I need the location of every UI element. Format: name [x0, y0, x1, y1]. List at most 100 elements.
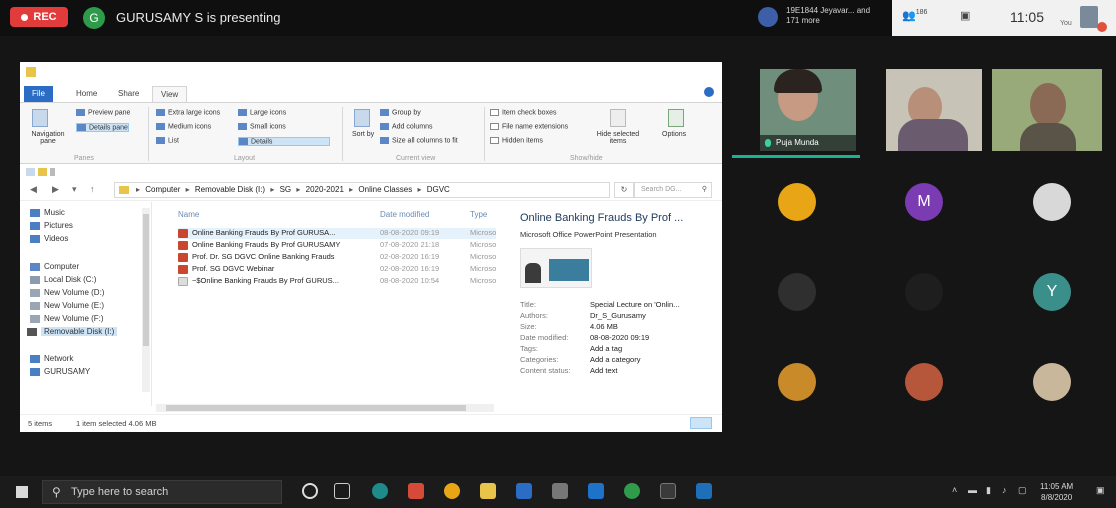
back-arrow-icon[interactable]: ◀ [30, 184, 37, 195]
participant-avatar[interactable] [778, 273, 816, 311]
nav-item-removable-disk[interactable]: Removable Disk (I:) [27, 327, 118, 336]
participants-summary[interactable]: 19E1844 Jeyavar... and 171 more [786, 6, 881, 26]
participant-video-tile[interactable]: Puja Munda [760, 69, 856, 151]
small-icons-button[interactable]: Small icons [238, 123, 286, 130]
size-all-columns-button[interactable]: Size all columns to fit [380, 137, 458, 144]
navigation-pane-icon[interactable] [32, 109, 48, 127]
horizontal-scrollbar[interactable] [156, 404, 494, 412]
chat-icon[interactable]: ▣ [960, 9, 970, 22]
photos-icon[interactable] [588, 483, 604, 499]
column-header-name[interactable]: Name [178, 210, 199, 219]
file-row[interactable]: Online Banking Frauds By Prof GURUSA... … [178, 228, 496, 239]
cortana-icon[interactable] [302, 483, 318, 499]
windows-start-icon[interactable] [16, 486, 28, 498]
tab-view[interactable]: View [152, 86, 188, 102]
detail-value[interactable]: Special Lecture on 'Onlin... [590, 300, 710, 309]
task-view-icon[interactable] [334, 483, 350, 499]
language-icon[interactable]: ▢ [1018, 485, 1027, 496]
breadcrumb-year[interactable]: 2020-2021 [306, 185, 344, 194]
participant-video-tile[interactable] [992, 69, 1102, 151]
people-icon[interactable]: 👥186 [902, 9, 927, 22]
options-button[interactable]: Options [662, 131, 686, 138]
options-icon[interactable] [668, 109, 684, 127]
properties-icon[interactable] [26, 168, 35, 176]
forward-arrow-icon[interactable]: ▶ [52, 184, 59, 195]
participant-avatar[interactable] [778, 363, 816, 401]
nav-scrollbar[interactable] [142, 208, 150, 392]
chrome-icon[interactable] [444, 483, 460, 499]
participant-avatar[interactable] [758, 7, 778, 27]
extra-large-icons-button[interactable]: Extra large icons [156, 109, 220, 116]
participant-avatar[interactable] [1033, 363, 1071, 401]
nav-item-pictures[interactable]: Pictures [30, 221, 73, 230]
sort-by-button[interactable]: Sort by [352, 131, 374, 138]
file-row[interactable]: Prof. SG DGVC Webinar 02-08-2020 16:19 M… [178, 264, 496, 275]
group-by-button[interactable]: Group by [380, 109, 421, 116]
calculator-icon[interactable] [552, 483, 568, 499]
hidden-items-toggle[interactable]: Hidden items [490, 137, 543, 144]
sort-by-icon[interactable] [354, 109, 370, 127]
nav-item-volume-f[interactable]: New Volume (F:) [30, 314, 104, 323]
breadcrumb-computer[interactable]: Computer [145, 185, 180, 194]
file-row[interactable]: ~$Online Banking Frauds By Prof GURUS...… [178, 276, 496, 287]
tab-home[interactable]: Home [68, 86, 105, 102]
nav-item-music[interactable]: Music [30, 208, 65, 217]
address-bar[interactable]: ▸ Computer ▸ Removable Disk (I:) ▸ SG ▸ … [114, 182, 610, 198]
up-arrow-icon[interactable]: ↑ [90, 184, 95, 194]
nav-item-network[interactable]: Network [30, 354, 73, 363]
scrollbar-thumb[interactable] [166, 405, 466, 411]
taskbar-search-input[interactable]: ⚲ Type here to search [42, 480, 282, 504]
help-icon[interactable] [704, 87, 714, 97]
hide-selected-items-button[interactable]: Hide selected items [590, 131, 646, 145]
breadcrumb-removable-disk[interactable]: Removable Disk (I:) [195, 185, 265, 194]
details-pane-button[interactable]: Details pane [76, 123, 129, 133]
recent-chevron-icon[interactable]: ▾ [72, 184, 77, 195]
breadcrumb-sg[interactable]: SG [280, 185, 292, 194]
participant-avatar[interactable] [905, 363, 943, 401]
item-check-boxes-toggle[interactable]: Item check boxes [490, 109, 556, 116]
add-columns-button[interactable]: Add columns [380, 123, 432, 130]
battery-icon[interactable]: ▬ [968, 485, 977, 495]
volume-icon[interactable]: ♪ [1002, 485, 1007, 495]
breadcrumb-online-classes[interactable]: Online Classes [358, 185, 412, 194]
participant-avatar[interactable] [778, 183, 816, 221]
detail-value[interactable]: Add text [590, 366, 710, 375]
nav-item-volume-d[interactable]: New Volume (D:) [30, 288, 104, 297]
file-explorer-icon[interactable] [480, 483, 496, 499]
nav-item-local-disk-c[interactable]: Local Disk (C:) [30, 275, 96, 284]
tab-file[interactable]: File [24, 86, 53, 102]
word-icon[interactable] [516, 483, 532, 499]
column-header-type[interactable]: Type [470, 210, 487, 219]
chevron-down-icon[interactable] [50, 168, 55, 176]
refresh-icon[interactable]: ↻ [614, 182, 634, 198]
breadcrumb-dgvc[interactable]: DGVC [427, 185, 450, 194]
participant-avatar[interactable] [905, 273, 943, 311]
detail-value[interactable]: Dr_S_Gurusamy [590, 311, 710, 320]
column-header-date[interactable]: Date modified [380, 210, 429, 219]
new-folder-icon[interactable] [38, 168, 47, 176]
notifications-icon[interactable]: ▣ [1096, 485, 1105, 496]
preview-pane-button[interactable]: Preview pane [76, 109, 130, 116]
detail-value[interactable]: Add a tag [590, 344, 710, 353]
system-clock[interactable]: 11:05 AM 8/8/2020 [1040, 481, 1073, 503]
network-icon[interactable]: ▮ [986, 485, 991, 496]
file-row[interactable]: Prof. Dr. SG DGVC Online Banking Frauds … [178, 252, 496, 263]
app-icon[interactable] [696, 483, 712, 499]
medium-icons-button[interactable]: Medium icons [156, 123, 211, 130]
edge-icon[interactable] [372, 483, 388, 499]
scrollbar-thumb[interactable] [143, 214, 149, 346]
nav-item-videos[interactable]: Videos [30, 234, 68, 243]
self-view-thumbnail[interactable] [1080, 6, 1098, 28]
large-icons-button[interactable]: Large icons [238, 109, 286, 116]
participant-avatar[interactable] [1033, 183, 1071, 221]
file-name-extensions-toggle[interactable]: File name extensions [490, 123, 568, 130]
list-view-button[interactable]: List [156, 137, 179, 144]
details-view-button[interactable]: Details [238, 137, 330, 147]
search-input[interactable]: Search DG... ⚲ [634, 182, 712, 198]
file-row[interactable]: Online Banking Frauds By Prof GURUSAMY 0… [178, 240, 496, 251]
tab-share[interactable]: Share [110, 86, 147, 102]
chrome-window-icon[interactable] [660, 483, 676, 499]
nav-item-volume-e[interactable]: New Volume (E:) [30, 301, 104, 310]
view-toggle-buttons[interactable] [690, 417, 712, 429]
meet-icon[interactable] [624, 483, 640, 499]
